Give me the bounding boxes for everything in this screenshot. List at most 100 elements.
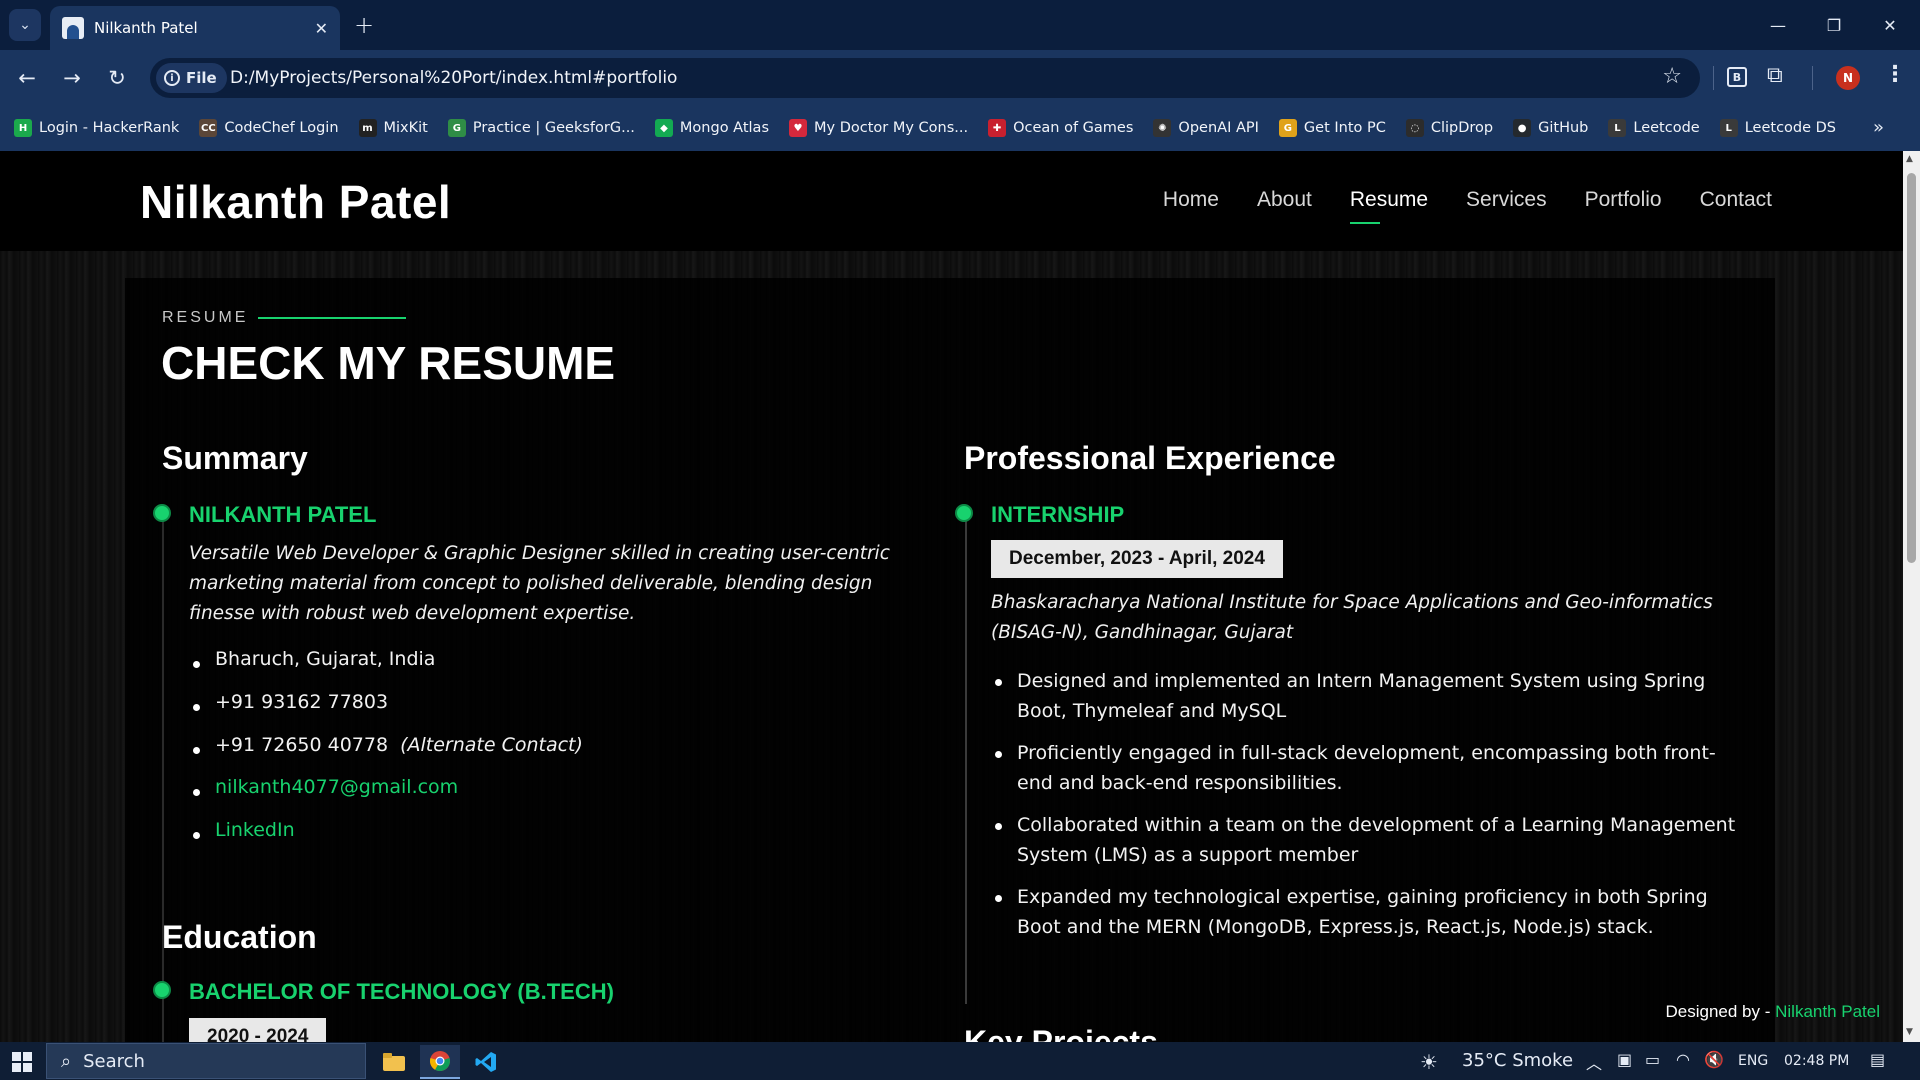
back-arrow-icon[interactable]: ←	[11, 62, 43, 94]
bookmark-item[interactable]: G Get Into PC	[1278, 119, 1386, 137]
scroll-up-icon[interactable]: ▲	[1906, 154, 1913, 164]
weather-sun-icon[interactable]: ☀	[1420, 1050, 1438, 1074]
section-label-line	[258, 317, 406, 319]
mixkit-icon: m	[358, 119, 377, 137]
extensions-puzzle-icon[interactable]: ⧉	[1767, 63, 1783, 88]
site-header: Nilkanth Patel Home About Resume Services Po…	[0, 151, 1903, 251]
contact-alt-phone: +91 72650 40778	[215, 734, 389, 756]
browser-tab[interactable]: Nilkanth Patel ✕	[50, 6, 340, 50]
bookmark-item[interactable]: H Login - HackerRank	[14, 119, 179, 137]
new-tab-button[interactable]: +	[354, 11, 374, 39]
chrome-icon[interactable]	[420, 1045, 460, 1079]
bookmark-label: MixKit	[383, 120, 428, 136]
bookmark-label: OpenAI API	[1178, 120, 1259, 136]
browser-tab-bar: ⌄ Nilkanth Patel ✕ + — ❐ ✕	[0, 0, 1920, 50]
windows-start-icon[interactable]	[12, 1052, 32, 1072]
bookmarks-bar: H Login - HackerRank CC CodeChef Login m MixK…	[0, 105, 1920, 151]
email-link[interactable]: nilkanth4077@gmail.com	[215, 776, 458, 798]
experience-dates: December, 2023 - April, 2024	[991, 540, 1283, 578]
meet-now-icon[interactable]: ▣	[1617, 1050, 1632, 1069]
openai-icon: ✺	[1153, 119, 1172, 137]
url-text[interactable]: D:/MyProjects/Personal%20Port/index.html…	[230, 68, 677, 88]
notifications-icon[interactable]: ▤	[1870, 1050, 1885, 1069]
bookmark-item[interactable]: CC CodeChef Login	[199, 119, 339, 137]
scroll-thumb[interactable]	[1907, 173, 1916, 563]
nav-services[interactable]: Services	[1466, 188, 1547, 212]
list-item: Collaborated within a team on the develo…	[991, 810, 1751, 870]
profile-avatar[interactable]: N	[1836, 66, 1860, 90]
nav-home[interactable]: Home	[1163, 188, 1219, 212]
site-nav: Home About Resume Services Portfolio Contact	[1163, 188, 1772, 224]
scroll-down-icon[interactable]: ▼	[1906, 1027, 1913, 1037]
site-brand[interactable]: Nilkanth Patel	[140, 175, 451, 229]
designer-link[interactable]: Nilkanth Patel	[1775, 1002, 1880, 1021]
codechef-icon: CC	[199, 119, 218, 137]
bookmark-item[interactable]: ♥ My Doctor My Cons...	[789, 119, 968, 137]
education-heading: Education	[162, 919, 317, 955]
list-item: Expanded my technological expertise, gai…	[991, 882, 1751, 942]
bookmark-label: Mongo Atlas	[679, 120, 769, 136]
bookmark-label: Leetcode	[1633, 120, 1700, 136]
bookmark-item[interactable]: L Leetcode	[1608, 119, 1700, 137]
bookmark-label: Login - HackerRank	[39, 120, 180, 136]
bookmark-item[interactable]: ◌ ClipDrop	[1405, 119, 1493, 137]
summary-name: NILKANTH PATEL	[189, 502, 377, 527]
language-indicator[interactable]: ENG	[1738, 1053, 1768, 1069]
hackerrank-icon: H	[14, 119, 32, 137]
browser-menu-icon[interactable]: ⋮	[1884, 62, 1906, 87]
education-degree: BACHELOR OF TECHNOLOGY (B.TECH)	[189, 979, 614, 1004]
file-explorer-icon[interactable]	[374, 1045, 414, 1079]
info-icon: i	[164, 70, 180, 86]
tray-chevron-up-icon[interactable]: ︿	[1586, 1050, 1602, 1074]
address-bar[interactable]: i File D:/MyProjects/Personal%20Port/ind…	[150, 58, 1700, 98]
close-window-button[interactable]: ✕	[1862, 0, 1918, 50]
leetcode-icon: L	[1719, 119, 1738, 137]
weather-text[interactable]: 35°C Smoke	[1462, 1050, 1573, 1071]
minimize-button[interactable]: —	[1750, 0, 1806, 50]
forward-arrow-icon[interactable]: →	[56, 62, 88, 94]
restore-button[interactable]: ❐	[1806, 0, 1862, 50]
reload-icon[interactable]: ↻	[101, 62, 133, 94]
clock[interactable]: 02:48 PM	[1784, 1053, 1849, 1069]
taskbar-search[interactable]: ⌕ Search	[46, 1043, 366, 1079]
bookmark-item[interactable]: G Practice | GeeksforG...	[447, 119, 635, 137]
toolbar-divider	[1812, 66, 1813, 90]
linkedin-link[interactable]: LinkedIn	[215, 819, 295, 841]
list-item: +91 93162 77803	[189, 691, 919, 734]
bookmark-item[interactable]: L Leetcode DS	[1719, 119, 1836, 137]
battery-icon[interactable]: ▭	[1645, 1050, 1660, 1069]
bookmark-star-icon[interactable]: ☆	[1662, 64, 1682, 89]
nav-resume[interactable]: Resume	[1349, 188, 1428, 224]
bookmark-item[interactable]: m MixKit	[358, 119, 428, 137]
leetcode-icon: L	[1608, 119, 1627, 137]
experience-timeline-dot	[955, 504, 973, 522]
key-projects-heading: Key Projects	[964, 1024, 1158, 1042]
bookmark-label: Practice | GeeksforG...	[472, 120, 635, 136]
summary-heading: Summary	[162, 440, 308, 476]
site-info-chip[interactable]: i File	[156, 63, 227, 93]
nav-about[interactable]: About	[1257, 188, 1312, 212]
experience-role: INTERNSHIP	[991, 502, 1125, 527]
bookmark-item[interactable]: ● GitHub	[1513, 119, 1588, 137]
wifi-icon[interactable]: ◠	[1676, 1050, 1690, 1069]
bookmark-item[interactable]: ◆ Mongo Atlas	[654, 119, 769, 137]
summary-timeline-dot	[153, 504, 171, 522]
toolbar-divider	[1713, 66, 1714, 90]
education-years: 2020 - 2024	[189, 1018, 327, 1042]
page-scrollbar[interactable]: ▲ ▼	[1903, 151, 1920, 1042]
speaker-muted-icon[interactable]: 🔇	[1704, 1050, 1724, 1069]
experience-heading: Professional Experience	[964, 440, 1336, 476]
list-item: nilkanth4077@gmail.com	[189, 776, 919, 819]
vscode-icon[interactable]	[466, 1045, 506, 1079]
contact-location: Bharuch, Gujarat, India	[215, 648, 436, 670]
tab-close-icon[interactable]: ✕	[315, 19, 328, 38]
more-bookmarks-icon[interactable]: »	[1873, 117, 1884, 138]
bookmark-item[interactable]: ✚ Ocean of Games	[988, 119, 1133, 137]
extension-b-icon[interactable]: B	[1727, 67, 1747, 87]
nav-contact[interactable]: Contact	[1700, 188, 1772, 212]
designed-by: Designed by - Nilkanth Patel	[1665, 1002, 1880, 1022]
alt-contact-note: (Alternate Contact)	[400, 734, 583, 756]
bookmark-item[interactable]: ✺ OpenAI API	[1153, 119, 1259, 137]
nav-portfolio[interactable]: Portfolio	[1585, 188, 1662, 212]
tab-search-chevron-icon[interactable]: ⌄	[9, 9, 41, 41]
